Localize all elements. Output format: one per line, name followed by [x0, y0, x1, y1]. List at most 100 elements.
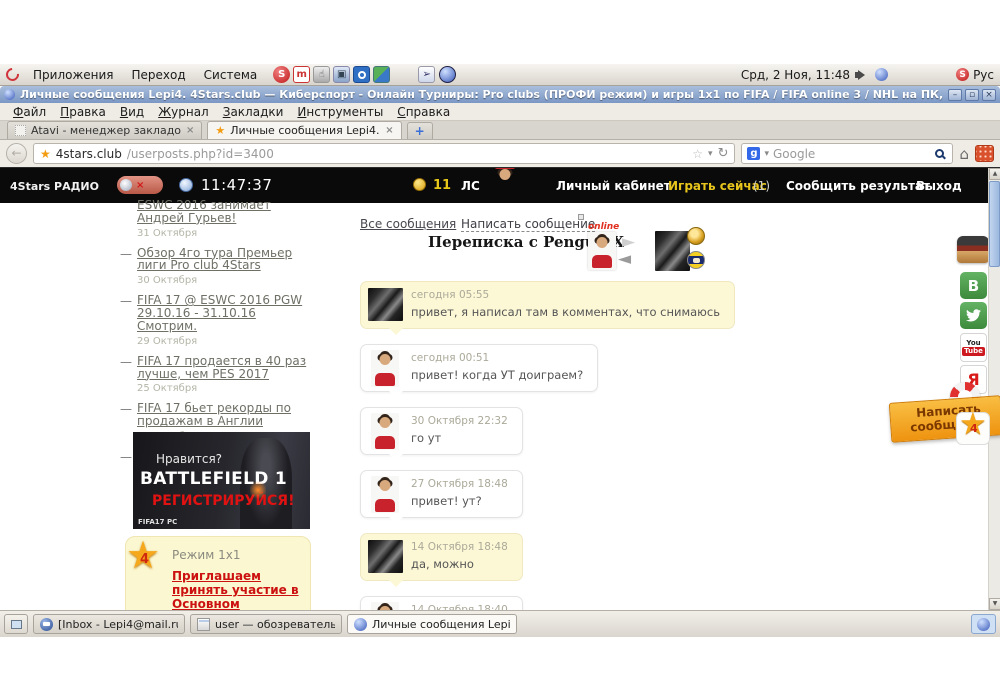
report-result-link[interactable]: Сообщить результат: [786, 179, 930, 193]
page-scrollbar[interactable]: ▲ ▼: [988, 168, 1000, 610]
scrollbar-thumb[interactable]: [989, 181, 1000, 267]
penguinx-avatar[interactable]: [655, 231, 690, 271]
panel-launchers: S m ☝ ▣: [273, 66, 390, 83]
all-messages-link[interactable]: Все сообщения: [360, 217, 456, 231]
language-indicator[interactable]: S Рус: [956, 68, 994, 82]
message-bubble: сегодня 00:51 привет! когда УТ доиграем?: [360, 344, 598, 392]
ad-register-link[interactable]: РЕГИСТРИРУЙСЯ!: [152, 493, 294, 509]
maximize-button[interactable]: ▫: [965, 89, 979, 101]
private-messages-link[interactable]: ЛС: [461, 179, 480, 193]
pin-applet-icon[interactable]: ➢: [418, 66, 435, 83]
new-tab-button[interactable]: +: [407, 122, 433, 139]
url-bar[interactable]: ★ 4stars.club/userposts.php?id=3400 ☆ ▾ …: [33, 143, 735, 164]
burger-promo-icon[interactable]: [957, 236, 989, 263]
vk-icon[interactable]: В: [960, 272, 987, 299]
news-link[interactable]: FIFA 17 @ ESWC 2016 PGW 29.10.16 - 31.10…: [137, 294, 318, 332]
championship-invite-link[interactable]: Приглашаем принять участие в Основном че…: [172, 569, 299, 610]
my-avatar[interactable]: [588, 232, 616, 270]
youtube-icon[interactable]: You Tube: [960, 333, 987, 362]
taskbar-window-browser[interactable]: Личные сообщения Lepi4...: [347, 614, 517, 634]
radio-stop-icon[interactable]: ×: [136, 180, 144, 191]
logout-link[interactable]: Выход: [916, 179, 962, 193]
app-launcher-icon[interactable]: m: [293, 66, 310, 83]
menu-view[interactable]: Вид: [113, 105, 151, 119]
menu-edit[interactable]: Правка: [53, 105, 113, 119]
news-link[interactable]: Обзор 4го тура Премьер лиги Pro club 4St…: [137, 247, 318, 273]
radio-disc-icon[interactable]: [120, 179, 132, 191]
search-engine-dropdown-icon[interactable]: ▾: [764, 149, 769, 159]
url-dropdown-icon[interactable]: ▾: [708, 149, 713, 159]
message-text: привет! когда УТ доиграем?: [411, 368, 583, 382]
search-bar[interactable]: g ▾: [741, 143, 953, 164]
close-button[interactable]: ×: [982, 89, 996, 101]
reload-icon[interactable]: ↻: [718, 146, 729, 161]
penguinx-avatar[interactable]: [368, 288, 403, 321]
panel-applets: ➢: [418, 66, 456, 83]
network-share-icon[interactable]: [373, 66, 390, 83]
remote-desktop-icon[interactable]: ▣: [333, 66, 350, 83]
workspace-switcher[interactable]: [971, 614, 996, 634]
tab-close-icon[interactable]: ×: [186, 125, 194, 136]
my-avatar[interactable]: [371, 602, 399, 610]
news-link[interactable]: FIFA 17 бьет рекорды по продажам в Англи…: [137, 402, 318, 428]
write-message-link[interactable]: Написать сообщение: [461, 217, 595, 232]
coin-count[interactable]: 11: [433, 178, 451, 193]
message-time: сегодня 05:55: [411, 289, 720, 301]
tab-bar: Atavi - менеджер закладок × ★ Личные соо…: [0, 121, 1000, 140]
screenshot-tool-icon[interactable]: [353, 66, 370, 83]
panel-menu-applications[interactable]: Приложения: [25, 66, 122, 84]
news-link[interactable]: ESWC 2016 занимает Андрей Гурьев!: [137, 199, 318, 225]
skype-launcher-icon[interactable]: S: [273, 66, 290, 83]
show-desktop-button[interactable]: [4, 614, 28, 634]
panel-menu-system[interactable]: Система: [196, 66, 266, 84]
window-titlebar[interactable]: Личные сообщения Lepi4. 4Stars.club — Ки…: [0, 86, 1000, 103]
back-button[interactable]: ←: [6, 143, 27, 164]
google-engine-icon[interactable]: g: [747, 147, 760, 160]
twitter-icon[interactable]: [960, 302, 987, 329]
speed-dial-icon[interactable]: [975, 145, 994, 162]
my-avatar[interactable]: [371, 413, 399, 450]
menu-tools[interactable]: Инструменты: [290, 105, 390, 119]
url-host: 4stars.club: [56, 147, 122, 161]
message-time: сегодня 00:51: [411, 352, 583, 364]
volume-icon[interactable]: [858, 70, 865, 80]
network-status-icon[interactable]: [875, 68, 888, 81]
cabinet-link[interactable]: Личный кабинет: [556, 179, 671, 193]
browser-applet-icon[interactable]: [439, 66, 456, 83]
search-icon[interactable]: [935, 149, 944, 158]
radio-label[interactable]: 4Stars РАДИО: [10, 180, 99, 193]
penguinx-avatar[interactable]: [368, 540, 403, 573]
desktop: Приложения Переход Система S m ☝ ▣ ➢ Срд…: [0, 0, 1000, 700]
search-input[interactable]: [773, 147, 931, 161]
bookmark-star-icon[interactable]: ☆: [692, 147, 703, 161]
taskbar-window-mail[interactable]: [Inbox - Lepi4@mail.ru - Ic...: [33, 614, 185, 634]
navigation-bar: ← ★ 4stars.club/userposts.php?id=3400 ☆ …: [0, 140, 1000, 168]
panel-menu-places[interactable]: Переход: [124, 66, 194, 84]
my-avatar[interactable]: [371, 476, 399, 513]
menu-history[interactable]: Журнал: [151, 105, 216, 119]
scroll-up-icon[interactable]: ▲: [989, 168, 1000, 180]
debian-logo-icon[interactable]: [3, 65, 21, 83]
menu-file[interactable]: Файл: [6, 105, 53, 119]
menu-help[interactable]: Справка: [390, 105, 457, 119]
taskbar-window-files[interactable]: user — обозреватель фа...: [190, 614, 342, 634]
news-sidebar: ESWC 2016 занимает Андрей Гурьев! 31 Окт…: [120, 199, 318, 471]
menu-bookmarks[interactable]: Закладки: [216, 105, 291, 119]
home-icon[interactable]: ⌂: [959, 145, 969, 163]
news-link[interactable]: FIFA 17 продается в 40 раз лучше, чем PE…: [137, 355, 318, 381]
star-badge-widget[interactable]: ★ 4: [956, 412, 990, 445]
tab-atavi[interactable]: Atavi - менеджер закладок ×: [7, 121, 202, 139]
news-date: 25 Октября: [137, 383, 318, 394]
mouse-settings-icon[interactable]: ☝: [313, 66, 330, 83]
panel-clock[interactable]: Срд, 2 Ноя, 11:48: [741, 68, 850, 82]
ad-tag: FIFA17 PC: [138, 518, 177, 526]
tab-messages[interactable]: ★ Личные сообщения Lepi4. 4... ×: [207, 121, 401, 139]
tab-close-icon[interactable]: ×: [385, 125, 393, 136]
radio-player[interactable]: ×: [117, 176, 163, 194]
battlefield-ad-banner[interactable]: Нравится? BATTLEFIELD 1 РЕГИСТРИРУЙСЯ! F…: [133, 432, 310, 529]
my-avatar[interactable]: [371, 350, 399, 387]
message-bubble: 30 Октября 22:32 го ут: [360, 407, 523, 455]
gnome-top-panel: Приложения Переход Система S m ☝ ▣ ➢ Срд…: [0, 63, 1000, 86]
minimize-button[interactable]: –: [948, 89, 962, 101]
scroll-down-icon[interactable]: ▼: [989, 598, 1000, 610]
